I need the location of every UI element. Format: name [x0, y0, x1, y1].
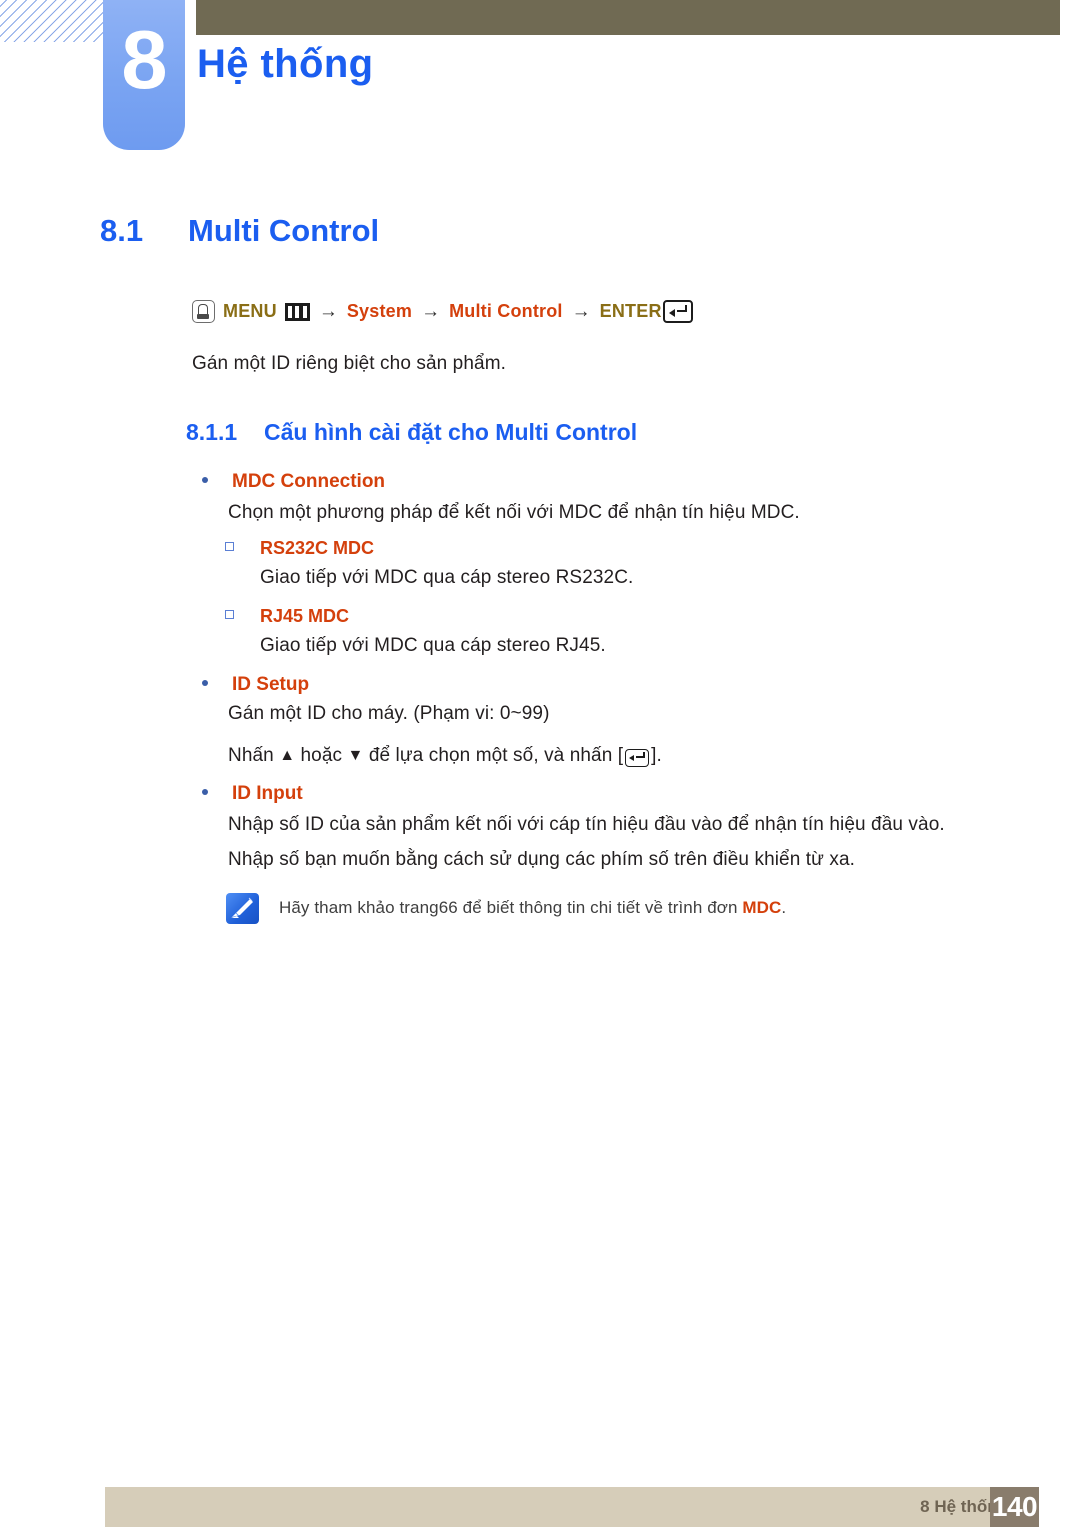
touch-press-icon	[192, 300, 215, 323]
arrow-up-icon: ▲	[279, 747, 296, 764]
bullet-mdc-connection: MDC Connection	[202, 471, 385, 493]
press-text-pre: Nhấn	[228, 745, 280, 766]
section-heading: 8.1 Multi Control	[100, 213, 379, 249]
bullet-rs232c-mdc: RS232C MDC	[225, 538, 374, 559]
desc-id-setup-keys: Nhấn ▲ hoặc ▼ để lựa chọn một số, và nhấ…	[228, 745, 662, 767]
header-olive-bar	[196, 0, 1060, 35]
enter-key-icon	[662, 300, 693, 323]
bullet-dot-icon	[202, 477, 208, 483]
bullet-dot-icon	[202, 680, 208, 686]
bullet-id-setup: ID Setup	[202, 674, 309, 696]
note-text-bold: MDC	[742, 898, 782, 917]
intro-paragraph: Gán một ID riêng biệt cho sản phẩm.	[192, 353, 506, 374]
section-number: 8.1	[100, 213, 144, 248]
menu-bars-icon	[284, 302, 310, 321]
bullet-id-input: ID Input	[202, 783, 303, 805]
enter-label: ENTER	[599, 301, 662, 321]
menu-path-breadcrumb: MENU → System → Multi Control → ENTER	[192, 300, 693, 323]
subsection-heading: 8.1.1 Cấu hình cài đặt cho Multi Control	[186, 419, 637, 446]
desc-id-setup: Gán một ID cho máy. (Phạm vi: 0~99)	[228, 703, 550, 724]
bullet-label: ID Setup	[232, 674, 310, 695]
note-block: Hãy tham khảo trang66 để biết thông tin …	[226, 893, 786, 924]
menu-label: MENU	[223, 301, 277, 321]
path-arrow-1: →	[318, 300, 338, 322]
subsection-number: 8.1.1	[186, 419, 238, 445]
bullet-label: MDC Connection	[232, 471, 386, 492]
enter-key-icon	[625, 748, 650, 767]
path-arrow-2: →	[421, 300, 441, 322]
path-arrow-3: →	[571, 300, 591, 322]
bullet-label: RJ45 MDC	[260, 606, 350, 626]
bullet-label: RS232C MDC	[260, 538, 375, 558]
bullet-square-icon	[225, 542, 234, 551]
desc-id-input-1: Nhập số ID của sản phẩm kết nối với cáp …	[228, 814, 945, 835]
chapter-number-tab: 8	[103, 0, 185, 150]
note-text: Hãy tham khảo trang66 để biết thông tin …	[279, 893, 786, 918]
press-text-post: để lựa chọn một số, và nhấn [	[363, 745, 624, 766]
desc-rs232c-mdc: Giao tiếp với MDC qua cáp stereo RS232C.	[260, 567, 634, 588]
hatch-decoration	[0, 0, 104, 42]
footer-page-number: 140	[990, 1487, 1039, 1527]
subsection-title: Cấu hình cài đặt cho Multi Control	[264, 419, 638, 445]
path-item-multi-control: Multi Control	[449, 301, 563, 321]
chapter-title: Hệ thống	[197, 42, 374, 86]
bullet-rj45-mdc: RJ45 MDC	[225, 606, 349, 627]
path-item-system: System	[346, 301, 413, 321]
bullet-dot-icon	[202, 789, 208, 795]
bullet-square-icon	[225, 610, 234, 619]
desc-mdc-connection: Chọn một phương pháp để kết nối với MDC …	[228, 502, 800, 523]
desc-rj45-mdc: Giao tiếp với MDC qua cáp stereo RJ45.	[260, 635, 606, 656]
section-title: Multi Control	[188, 213, 380, 248]
note-pencil-icon	[226, 893, 259, 924]
bullet-label: ID Input	[232, 783, 303, 804]
note-text-pre: Hãy tham khảo trang66 để biết thông tin …	[279, 898, 743, 917]
arrow-down-icon: ▼	[347, 747, 364, 764]
press-text-mid: hoặc	[295, 745, 348, 766]
footer-bar	[105, 1487, 990, 1527]
press-text-end: ].	[651, 745, 662, 766]
note-text-post: .	[781, 898, 787, 917]
desc-id-input-2: Nhập số bạn muốn bằng cách sử dụng các p…	[228, 849, 855, 870]
